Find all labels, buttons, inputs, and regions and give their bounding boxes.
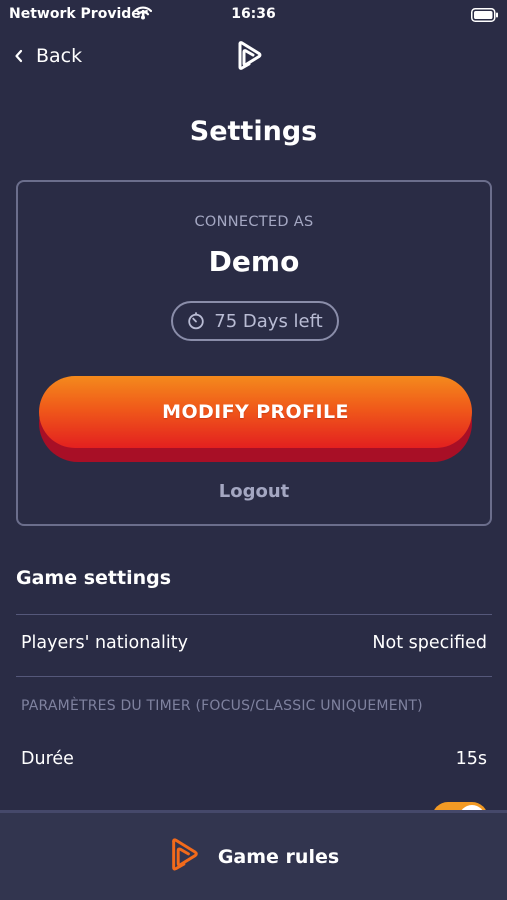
timer-settings-label: PARAMÈTRES DU TIMER (FOCUS/CLASSIC UNIQU… bbox=[21, 698, 423, 714]
players-nationality-value: Not specified bbox=[372, 633, 487, 653]
modify-profile-label: MODIFY PROFILE bbox=[162, 401, 349, 423]
days-left-label: 75 Days left bbox=[214, 310, 323, 332]
game-rules-label: Game rules bbox=[217, 845, 340, 868]
page-title: Settings bbox=[189, 116, 318, 147]
modify-profile-button[interactable]: MODIFY PROFILE bbox=[39, 376, 472, 462]
divider bbox=[16, 676, 492, 677]
connected-as-label: CONNECTED AS bbox=[194, 214, 314, 230]
game-rules-icon bbox=[168, 836, 202, 878]
game-rules-button[interactable]: Game rules bbox=[0, 813, 507, 900]
bottom-bar: Game rules bbox=[0, 810, 507, 900]
game-settings-title: Game settings bbox=[16, 567, 172, 589]
back-button[interactable]: Back bbox=[14, 42, 82, 70]
timer-icon bbox=[187, 312, 205, 330]
logout-link[interactable]: Logout bbox=[18, 481, 490, 502]
players-nationality-row[interactable]: Players' nationality Not specified bbox=[16, 618, 492, 668]
profile-card: CONNECTED AS Demo 75 Days left MODIFY PR… bbox=[16, 180, 492, 526]
status-bar: Network Provider 16:36 bbox=[0, 0, 507, 28]
divider bbox=[16, 614, 492, 615]
modify-profile-button-face: MODIFY PROFILE bbox=[39, 376, 472, 448]
username: Demo bbox=[208, 245, 300, 278]
app-logo-icon bbox=[235, 40, 265, 76]
duration-value: 15s bbox=[455, 749, 487, 769]
settings-screen: Network Provider 16:36 Back Settings CON… bbox=[0, 0, 507, 900]
duration-row[interactable]: Durée 15s bbox=[16, 734, 492, 784]
days-left-badge: 75 Days left bbox=[171, 301, 339, 341]
back-label: Back bbox=[36, 45, 83, 67]
chevron-left-icon bbox=[14, 49, 24, 63]
status-time: 16:36 bbox=[231, 6, 276, 22]
players-nationality-label: Players' nationality bbox=[21, 633, 188, 653]
duration-label: Durée bbox=[21, 749, 74, 769]
battery-icon bbox=[471, 7, 499, 26]
